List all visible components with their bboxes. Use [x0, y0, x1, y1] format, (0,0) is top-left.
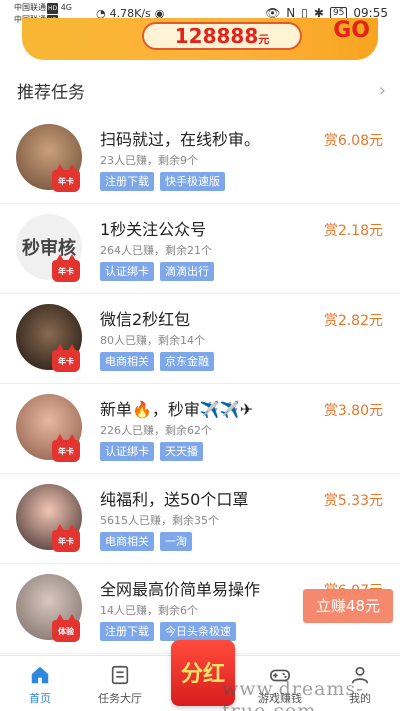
nav-task-hall[interactable]: 任务大厅: [80, 664, 160, 706]
banner-amount: 128888元: [142, 22, 302, 50]
task-stats: 14人已赚，剩余6个: [100, 604, 198, 617]
task-tag: 今日头条极速: [160, 622, 236, 641]
task-item[interactable]: 年卡 扫码就过，在线秒审。 23人已赚，剩余9个 注册下载 快手极速版 赏6.0…: [0, 114, 400, 204]
task-tag: 注册下载: [100, 622, 154, 641]
nav-task-hall-label: 任务大厅: [98, 692, 142, 705]
task-item[interactable]: 年卡 微信2秒红包 80人已赚，剩余14个 电商相关 京东金融 赏2.82元: [0, 294, 400, 384]
task-reward: 赏3.80元: [323, 403, 383, 419]
task-stats: 5615人已赚，剩余35个: [100, 514, 219, 527]
crown-badge: 年卡: [52, 434, 80, 462]
task-hall-icon: [111, 665, 129, 685]
task-tags: 注册下载 快手极速版: [100, 172, 225, 191]
task-title: 1秒关注公众号: [100, 220, 207, 239]
task-title: 纯福利，送50个口罩: [100, 490, 249, 509]
task-tags: 电商相关 京东金融: [100, 352, 214, 371]
task-item[interactable]: 年卡 纯福利，送50个口罩 5615人已赚，剩余35个 电商相关 一淘 赏5.3…: [0, 474, 400, 564]
promo-banner[interactable]: 128888元 GO: [22, 18, 378, 60]
task-stats: 23人已赚，剩余9个: [100, 154, 198, 167]
crown-badge: 年卡: [52, 524, 80, 552]
task-reward: 赏6.08元: [323, 133, 383, 149]
nav-home-label: 首页: [29, 692, 51, 705]
section-title: 推荐任务: [17, 83, 85, 103]
watermark: www.dreams-true.com: [222, 678, 364, 711]
banner-amount-unit: 元: [258, 33, 270, 46]
task-reward: 赏2.18元: [323, 223, 383, 239]
task-tag: 认证绑卡: [100, 442, 154, 461]
task-stats: 264人已赚，剩余21个: [100, 244, 212, 257]
home-icon: [31, 666, 49, 684]
task-title: 全网最高价简单易操作: [100, 580, 261, 599]
network-type: 4G: [60, 3, 72, 12]
task-reward: 赏2.82元: [323, 313, 383, 329]
task-tag: 注册下载: [100, 172, 154, 191]
task-item[interactable]: 年卡 新单🔥，秒审✈️✈️✈ 226人已赚，剩余62个 认证绑卡 天天播 赏3.…: [0, 384, 400, 474]
task-tag: 京东金融: [160, 352, 214, 371]
task-tag: 电商相关: [100, 532, 154, 551]
task-tag: 滴滴出行: [160, 262, 214, 281]
crown-badge: 年卡: [52, 164, 80, 192]
crown-badge: 体验: [52, 614, 80, 642]
task-tags: 认证绑卡 滴滴出行: [100, 262, 214, 281]
task-list: 年卡 扫码就过，在线秒审。 23人已赚，剩余9个 注册下载 快手极速版 赏6.0…: [0, 114, 400, 654]
nav-home[interactable]: 首页: [0, 664, 80, 706]
task-reward: 赏5.33元: [323, 493, 383, 509]
task-tag: 天天播: [160, 442, 203, 461]
task-tags: 认证绑卡 天天播: [100, 442, 203, 461]
task-stats: 226人已赚，剩余62个: [100, 424, 212, 437]
crown-badge: 年卡: [52, 254, 80, 282]
task-item[interactable]: 秒审核 年卡 1秒关注公众号 264人已赚，剩余21个 认证绑卡 滴滴出行 赏2…: [0, 204, 400, 294]
task-title: 扫码就过，在线秒审。: [100, 130, 261, 149]
task-tags: 注册下载 今日头条极速: [100, 622, 236, 641]
task-stats: 80人已赚，剩余14个: [100, 334, 205, 347]
task-tag: 认证绑卡: [100, 262, 154, 281]
task-title: 微信2秒红包: [100, 310, 191, 329]
task-tag: 电商相关: [100, 352, 154, 371]
task-tags: 电商相关 一淘: [100, 532, 192, 551]
hd-badge: HD: [47, 3, 59, 14]
chevron-right-icon[interactable]: ›: [379, 80, 386, 101]
crown-badge: 年卡: [52, 344, 80, 372]
task-tag: 快手极速版: [160, 172, 225, 191]
banner-amount-value: 128888: [174, 24, 259, 48]
banner-go: GO: [333, 18, 370, 43]
task-tag: 一淘: [160, 532, 192, 551]
carrier-1: 中国联通: [14, 3, 46, 12]
task-title: 新单🔥，秒审✈️✈️✈: [100, 400, 254, 419]
earn-now-button[interactable]: 立赚48元: [303, 589, 393, 623]
